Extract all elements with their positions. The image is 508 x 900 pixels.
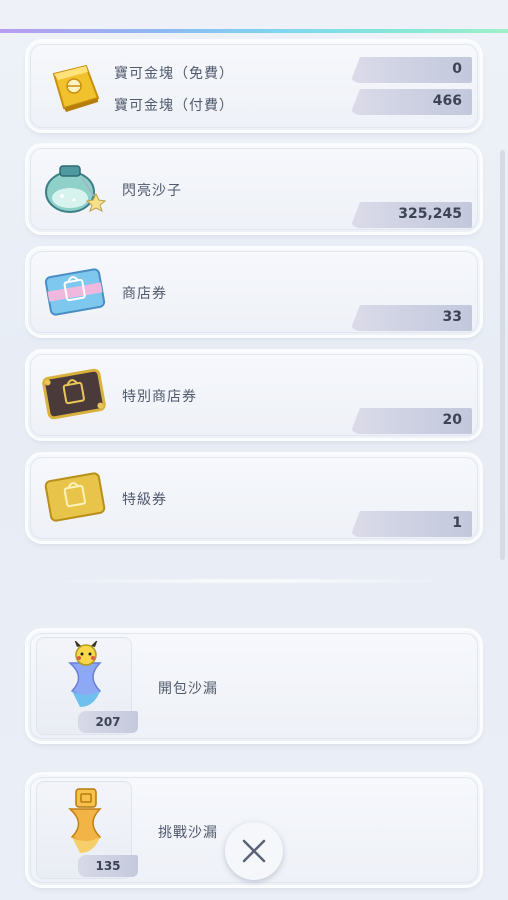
pack-hourglass-frame: 207 xyxy=(36,637,138,735)
hourglass-card-pack: 207 開包沙漏 xyxy=(28,631,480,741)
pack-hourglass-icon xyxy=(50,639,120,717)
shop-ticket-value-bar: 33 xyxy=(350,305,472,331)
special-shop-ticket-label: 特別商店券 xyxy=(122,389,197,405)
shiny-sand-label: 閃亮沙子 xyxy=(122,183,182,199)
item-card-special-shop-ticket: 特別商店券 20 xyxy=(28,352,480,438)
special-shop-ticket-icon xyxy=(42,366,106,426)
gold-bar-icon xyxy=(46,58,102,118)
close-button[interactable] xyxy=(225,822,283,880)
shiny-sand-value-bar: 325,245 xyxy=(350,202,472,228)
scrollbar[interactable] xyxy=(500,150,505,560)
shop-ticket-label: 商店券 xyxy=(122,286,167,302)
item-card-premium-ticket: 特級券 1 xyxy=(28,455,480,541)
close-icon xyxy=(242,839,266,863)
shiny-sand-value: 325,245 xyxy=(398,206,462,222)
poke-gold-paid-label: 寶可金塊（付費） xyxy=(114,98,234,114)
premium-ticket-value: 1 xyxy=(452,515,462,531)
section-divider xyxy=(40,578,460,584)
shiny-sand-jar-icon xyxy=(42,158,107,224)
premium-ticket-icon xyxy=(44,469,106,529)
top-accent-bar xyxy=(0,29,508,33)
item-card-shop-ticket: 商店券 33 xyxy=(28,249,480,335)
poke-gold-free-label: 寶可金塊（免費） xyxy=(114,66,234,82)
item-card-shiny-sand: 閃亮沙子 325,245 xyxy=(28,146,480,232)
poke-gold-free-value-bar: 0 xyxy=(350,57,472,83)
special-shop-ticket-value: 20 xyxy=(442,412,462,428)
special-shop-ticket-value-bar: 20 xyxy=(350,408,472,434)
pack-hourglass-count: 207 xyxy=(78,711,138,733)
poke-gold-paid-value-bar: 466 xyxy=(350,89,472,115)
poke-gold-paid-value: 466 xyxy=(432,93,462,109)
premium-ticket-value-bar: 1 xyxy=(350,511,472,537)
poke-gold-free-value: 0 xyxy=(452,61,462,77)
item-card-poke-gold: 寶可金塊（免費） 寶可金塊（付費） 0 466 xyxy=(28,42,480,130)
shop-ticket-icon xyxy=(44,265,106,323)
battle-hourglass-count: 135 xyxy=(78,855,138,877)
pack-hourglass-label: 開包沙漏 xyxy=(158,681,218,697)
premium-ticket-label: 特級券 xyxy=(122,492,167,508)
battle-hourglass-icon xyxy=(50,785,120,861)
shop-ticket-value: 33 xyxy=(442,309,462,325)
battle-hourglass-frame: 135 xyxy=(36,781,138,879)
battle-hourglass-label: 挑戰沙漏 xyxy=(158,825,218,841)
